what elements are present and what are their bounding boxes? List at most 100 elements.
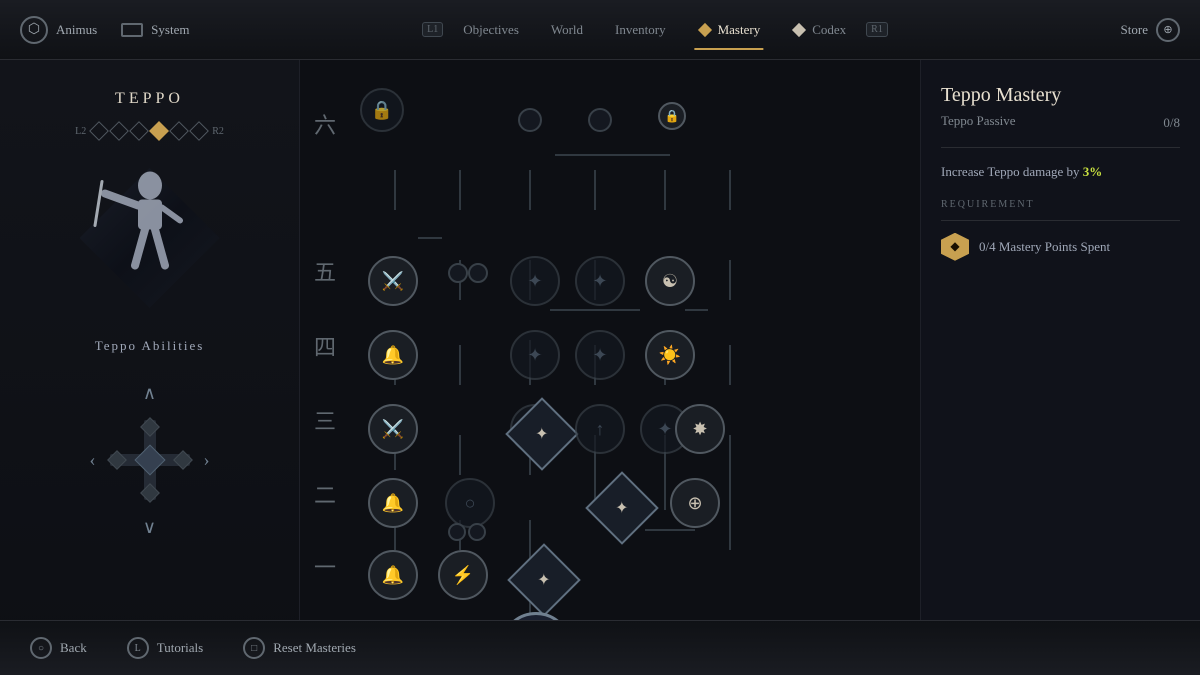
requirement-label: REQUIREMENT: [941, 199, 1180, 210]
skill-node-3-col3[interactable]: ↑: [575, 404, 625, 454]
character-label: Teppo Abilities: [95, 338, 205, 354]
vertical-nav-arrows: ∧: [143, 384, 156, 402]
tutorials-icon: L: [127, 637, 149, 659]
skill-node-1-col1[interactable]: 🔔: [368, 550, 418, 600]
skill-node-6-lock[interactable]: 🔒: [360, 88, 404, 132]
r1-tag: R1: [866, 22, 888, 37]
skill-node-5-col4[interactable]: ☯: [645, 256, 695, 306]
skill-node-3-col1[interactable]: ⚔️: [368, 404, 418, 454]
animus-nav-item[interactable]: ⬡ Animus: [20, 16, 97, 44]
inventory-tab[interactable]: Inventory: [603, 18, 678, 42]
mastery-tab[interactable]: Mastery: [686, 18, 773, 42]
row-label-5: 五: [314, 255, 336, 287]
character-name: TEPPO: [115, 90, 184, 108]
left-character-panel: TEPPO L2 R2: [0, 60, 300, 675]
back-icon: ○: [30, 637, 52, 659]
top-navigation: ⬡ Animus System L1 Objectives World Inve…: [0, 0, 1200, 60]
system-nav-item[interactable]: System: [121, 22, 189, 38]
arrow-down-icon[interactable]: ∨: [143, 518, 156, 536]
skill-node-3-special[interactable]: ✦: [505, 397, 579, 471]
row1-sm2[interactable]: [468, 523, 486, 541]
mastery-dot-3[interactable]: [129, 121, 149, 141]
tutorials-label: Tutorials: [157, 640, 203, 656]
mastery-diamond-icon: [698, 22, 712, 36]
system-label: System: [151, 22, 189, 38]
codex-diamond-icon: [792, 22, 806, 36]
codex-label: Codex: [812, 22, 846, 38]
skill-node-1-col2[interactable]: ⚡: [438, 550, 488, 600]
nav-right-group: Store ⊕: [1121, 18, 1180, 42]
highlight-value: 3%: [1083, 164, 1103, 179]
mastery-dot-2[interactable]: [109, 121, 129, 141]
skill-node-5-col2[interactable]: ✦: [510, 256, 560, 306]
animus-icon: ⬡: [20, 16, 48, 44]
mastery-dots-row: L2 R2: [75, 124, 224, 138]
arrow-right-icon[interactable]: ›: [204, 450, 210, 471]
skill-node-2-col1[interactable]: 🔔: [368, 478, 418, 528]
panel-divider-1: [941, 147, 1180, 148]
skill-node-3-star[interactable]: ✸: [675, 404, 725, 454]
mastery-points-icon: ◆: [941, 233, 969, 261]
objectives-label: Objectives: [463, 22, 519, 38]
animus-label: Animus: [56, 22, 97, 38]
skill-node-5-sm2[interactable]: [468, 263, 488, 283]
arrow-up-icon[interactable]: ∧: [143, 384, 156, 402]
reset-masteries-button[interactable]: □ Reset Masteries: [243, 637, 356, 659]
skill-node-5-col1[interactable]: ⚔️: [368, 256, 418, 306]
world-tab[interactable]: World: [539, 18, 595, 42]
world-label: World: [551, 22, 583, 38]
mastery-label: Mastery: [718, 22, 761, 38]
l1-tag: L1: [422, 22, 443, 37]
reset-icon: □: [243, 637, 265, 659]
nav-left-group: ⬡ Animus System: [20, 16, 189, 44]
mastery-title: Teppo Mastery: [941, 84, 1180, 107]
r2-tag: R2: [212, 126, 224, 137]
skill-node-1-diamond[interactable]: ✦: [507, 543, 581, 617]
skill-node-4-col4[interactable]: ☀️: [645, 330, 695, 380]
row1-sm1[interactable]: [448, 523, 466, 541]
mastery-dot-5[interactable]: [169, 121, 189, 141]
store-label: Store: [1121, 22, 1148, 38]
skill-tree-area: 六 五 四 三 二 一 🔒 🔒 ⚔️ ✦ ✦ ☯ 🔔 ✦ ✦ ☀️ ⚔️: [300, 60, 880, 620]
passive-subtitle: Teppo Passive: [941, 113, 1016, 129]
requirement-item: ◆ 0/4 Mastery Points Spent: [941, 233, 1180, 261]
row-label-1: 一: [314, 550, 336, 582]
skill-node-2-col4[interactable]: ⊕: [670, 478, 720, 528]
arrow-left-icon[interactable]: ‹: [90, 450, 96, 471]
character-figure: [90, 166, 210, 311]
vertical-nav-arrows-down: ∨: [143, 518, 156, 536]
back-label: Back: [60, 640, 87, 656]
mastery-dot-1[interactable]: [89, 121, 109, 141]
skill-node-2-col2[interactable]: ○: [445, 478, 495, 528]
store-button[interactable]: Store ⊕: [1121, 18, 1180, 42]
req-text: 0/4 Mastery Points Spent: [979, 239, 1110, 255]
l2-tag: L2: [75, 126, 86, 137]
skill-node-6-lock2[interactable]: 🔒: [658, 102, 686, 130]
mastery-dot-6[interactable]: [189, 121, 209, 141]
objectives-tab[interactable]: Objectives: [451, 18, 531, 42]
root-mastery-node[interactable]: 習得: [500, 612, 572, 620]
system-icon: [121, 23, 143, 37]
skill-node-2-diamond[interactable]: ✦: [585, 471, 659, 545]
skill-node-5-col3[interactable]: ✦: [575, 256, 625, 306]
mastery-dot-4-active[interactable]: [149, 121, 169, 141]
row-label-6: 六: [314, 108, 336, 140]
nav-center-group: L1 Objectives World Inventory Mastery Co…: [189, 18, 1120, 42]
lock-icon: 🔒: [371, 100, 393, 121]
store-icon: ⊕: [1156, 18, 1180, 42]
row-label-2: 二: [314, 478, 336, 510]
skill-node-5-sm1[interactable]: [448, 263, 468, 283]
right-info-panel: Teppo Mastery Teppo Passive 0/8 Increase…: [920, 60, 1200, 675]
skill-node-6-c1[interactable]: [518, 108, 542, 132]
skill-node-4-col2[interactable]: ✦: [510, 330, 560, 380]
req-divider: [941, 220, 1180, 221]
row-label-4: 四: [314, 330, 336, 362]
row-label-3: 三: [314, 404, 336, 436]
back-button[interactable]: ○ Back: [30, 637, 87, 659]
codex-tab[interactable]: Codex: [780, 18, 858, 42]
skill-node-4-col3[interactable]: ✦: [575, 330, 625, 380]
tutorials-button[interactable]: L Tutorials: [127, 637, 203, 659]
skill-node-6-c2[interactable]: [588, 108, 612, 132]
passive-description: Increase Teppo damage by 3%: [941, 162, 1180, 183]
skill-node-4-col1[interactable]: 🔔: [368, 330, 418, 380]
